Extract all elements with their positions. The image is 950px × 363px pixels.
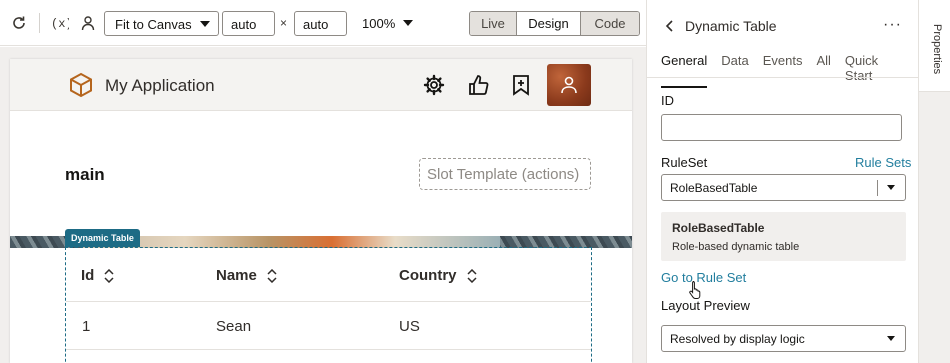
page-title: main	[65, 165, 105, 184]
tab-data[interactable]: Data	[721, 53, 748, 88]
sort-icon[interactable]	[104, 268, 114, 283]
refresh-icon[interactable]	[7, 11, 31, 35]
fit-select-label: Fit to Canvas	[115, 17, 192, 32]
user-avatar[interactable]	[547, 64, 591, 106]
fit-to-canvas-select[interactable]: Fit to Canvas	[104, 11, 219, 36]
svg-text:(x): (x)	[51, 17, 69, 31]
user-icon[interactable]	[76, 11, 100, 35]
design-mode-button[interactable]: Design	[517, 12, 581, 35]
column-header-label: Id	[81, 267, 95, 284]
column-header-id[interactable]: Id	[81, 267, 114, 284]
tab-events[interactable]: Events	[763, 53, 803, 88]
table-cell: Sean	[216, 318, 252, 335]
height-input[interactable]: auto	[294, 11, 347, 36]
panel-title: Dynamic Table	[685, 18, 777, 34]
times-symbol: ×	[280, 16, 288, 30]
tab-general[interactable]: General	[661, 53, 708, 88]
width-input[interactable]: auto	[222, 11, 275, 36]
app-header: My Application	[10, 59, 632, 111]
cube-logo-icon	[68, 72, 94, 98]
chevron-down-icon[interactable]	[887, 185, 895, 190]
layout-preview-select[interactable]: Resolved by display logic	[661, 325, 906, 352]
design-canvas: My Application main Slot Template (actio…	[0, 47, 646, 363]
app-title: My Application	[105, 76, 215, 95]
variables-icon[interactable]: (x)	[48, 11, 72, 35]
ruleset-label: RuleSet	[661, 155, 708, 170]
ruleset-card-description: Role-based dynamic table	[672, 241, 800, 253]
component-badge[interactable]: Dynamic Table	[65, 229, 140, 247]
properties-side-tab[interactable]: Properties	[919, 0, 950, 92]
ruleset-card-title: RoleBasedTable	[672, 221, 765, 235]
layout-preview-label: Layout Preview	[661, 298, 750, 313]
column-header-name[interactable]: Name	[216, 267, 277, 284]
live-mode-button[interactable]: Live	[470, 12, 517, 35]
thumbs-up-icon[interactable]	[466, 73, 490, 97]
more-options-icon[interactable]: ···	[883, 16, 902, 34]
hand-pointer-cursor-icon	[688, 280, 704, 303]
ruleset-select[interactable]: RoleBasedTable	[661, 174, 906, 201]
sort-icon[interactable]	[267, 268, 277, 283]
ruleset-summary-card: RoleBasedTable Role-based dynamic table	[661, 212, 906, 261]
id-input[interactable]	[661, 114, 902, 141]
header-divider	[66, 301, 591, 302]
sort-icon[interactable]	[466, 268, 477, 283]
chevron-down-icon	[200, 21, 210, 27]
canvas-scrollbar[interactable]	[638, 47, 646, 363]
bookmark-add-icon[interactable]	[509, 73, 533, 97]
row-divider	[66, 349, 591, 350]
chevron-down-icon[interactable]	[403, 20, 413, 26]
designer-toolbar: (x) Fit to Canvas auto × auto 100% Live …	[0, 0, 646, 46]
dynamic-table-frame[interactable]	[65, 247, 592, 363]
column-header-label: Name	[216, 267, 257, 284]
table-cell: US	[399, 318, 420, 335]
toolbar-divider	[39, 13, 40, 33]
mode-switcher: Live Design Code	[469, 11, 640, 36]
panel-tabs: General Data Events All Quick Start	[661, 53, 918, 88]
tabs-divider	[647, 77, 919, 78]
column-header-country[interactable]: Country	[399, 267, 477, 284]
tab-all[interactable]: All	[816, 53, 830, 88]
properties-side-tab-label: Properties	[931, 24, 943, 75]
rule-sets-link[interactable]: Rule Sets	[855, 155, 911, 170]
slot-template-actions[interactable]: Slot Template (actions)	[419, 158, 591, 190]
properties-panel: Dynamic Table ··· General Data Events Al…	[646, 0, 919, 363]
side-tab-strip: Properties	[918, 0, 950, 363]
tab-quick-start[interactable]: Quick Start	[845, 53, 904, 88]
table-cell: 1	[82, 318, 91, 335]
column-header-label: Country	[399, 267, 457, 284]
id-label: ID	[661, 93, 674, 108]
app-preview: My Application main Slot Template (actio…	[10, 59, 632, 363]
ruleset-select-value: RoleBasedTable	[670, 181, 758, 195]
zoom-select[interactable]: 100%	[362, 16, 395, 31]
select-divider	[877, 180, 878, 196]
chevron-left-icon[interactable]	[665, 20, 675, 32]
panel-header: Dynamic Table	[665, 18, 777, 34]
layout-preview-value: Resolved by display logic	[670, 332, 805, 346]
chevron-down-icon[interactable]	[887, 336, 895, 341]
avatar-person-icon	[561, 76, 577, 94]
settings-gear-icon[interactable]	[422, 73, 446, 97]
code-mode-button[interactable]: Code	[581, 12, 639, 35]
